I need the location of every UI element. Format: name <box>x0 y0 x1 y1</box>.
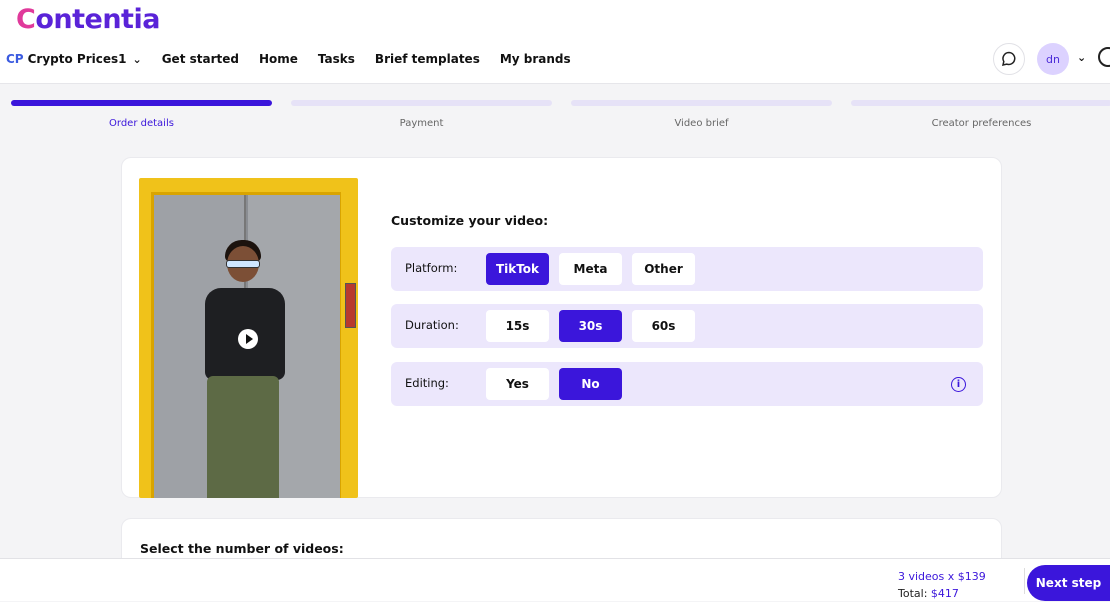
step-label: Payment <box>399 118 444 129</box>
videos-count-title: Select the number of videos: <box>140 541 344 556</box>
step-bar <box>851 100 1110 106</box>
editing-yes-button[interactable]: Yes <box>486 368 549 400</box>
info-icon[interactable]: i <box>951 377 966 392</box>
order-footer: 3 videos x $139 Total: $417 Next step <box>0 558 1110 601</box>
step-order-details[interactable]: Order details <box>11 100 272 129</box>
help-icon[interactable] <box>1098 47 1110 67</box>
total-line: Total: $417 <box>898 585 986 602</box>
person-pants <box>207 376 279 498</box>
step-payment[interactable]: Payment <box>291 100 552 129</box>
duration-30s-button[interactable]: 30s <box>559 310 622 342</box>
editing-label: Editing: <box>405 376 449 390</box>
footer-divider <box>1024 568 1025 594</box>
duration-60s-button[interactable]: 60s <box>632 310 695 342</box>
platform-row: Platform: TikTok Meta Other <box>391 247 983 291</box>
brand-badge: CP <box>6 52 24 66</box>
step-bar <box>11 100 272 106</box>
duration-label: Duration: <box>405 318 459 332</box>
person-sunglasses <box>226 260 260 268</box>
summary-line: 3 videos x $139 <box>898 570 986 583</box>
logo-text: ontentia <box>35 4 160 35</box>
duration-row: Duration: 15s 30s 60s <box>391 304 983 348</box>
step-label: Creator preferences <box>931 118 1032 129</box>
nav-tasks[interactable]: Tasks <box>318 52 355 66</box>
platform-tiktok-button[interactable]: TikTok <box>486 253 549 285</box>
editing-no-button[interactable]: No <box>559 368 622 400</box>
customize-title: Customize your video: <box>391 213 549 228</box>
step-label: Video brief <box>674 118 729 129</box>
step-creator-preferences[interactable]: Creator preferences <box>851 100 1110 129</box>
duration-15s-button[interactable]: 15s <box>486 310 549 342</box>
nav-home[interactable]: Home <box>259 52 298 66</box>
user-avatar[interactable]: dn <box>1037 43 1069 75</box>
chevron-down-icon[interactable]: ⌄ <box>1077 51 1086 64</box>
total-label: Total: <box>898 587 928 600</box>
main-nav: CP Crypto Prices1 ⌄ Get started Home Tas… <box>0 48 571 70</box>
step-bar <box>291 100 552 106</box>
logo-letter: C <box>16 4 36 35</box>
nav-get-started[interactable]: Get started <box>162 52 239 66</box>
step-video-brief[interactable]: Video brief <box>571 100 832 129</box>
elevator-panel <box>345 283 356 328</box>
chevron-down-icon[interactable]: ⌄ <box>132 53 141 66</box>
next-step-button[interactable]: Next step <box>1027 565 1110 601</box>
platform-label: Platform: <box>405 261 458 275</box>
step-bar <box>571 100 832 106</box>
step-label: Order details <box>109 118 174 129</box>
nav-my-brands[interactable]: My brands <box>500 52 571 66</box>
total-value: $417 <box>930 587 959 600</box>
progress-steps: Order details Payment Video brief Creato… <box>0 100 1110 140</box>
chat-bubble-icon <box>1001 51 1016 67</box>
contentia-logo[interactable]: Contentia <box>16 4 160 35</box>
order-summary: 3 videos x $139 Total: $417 <box>898 568 986 602</box>
platform-meta-button[interactable]: Meta <box>559 253 622 285</box>
platform-other-button[interactable]: Other <box>632 253 695 285</box>
chat-button[interactable] <box>993 43 1025 75</box>
brand-selector[interactable]: Crypto Prices1 <box>28 52 127 66</box>
top-bar: Contentia CP Crypto Prices1 ⌄ Get starte… <box>0 0 1110 84</box>
nav-brief-templates[interactable]: Brief templates <box>375 52 480 66</box>
editing-row: Editing: Yes No i <box>391 362 983 406</box>
play-icon[interactable] <box>238 329 258 349</box>
